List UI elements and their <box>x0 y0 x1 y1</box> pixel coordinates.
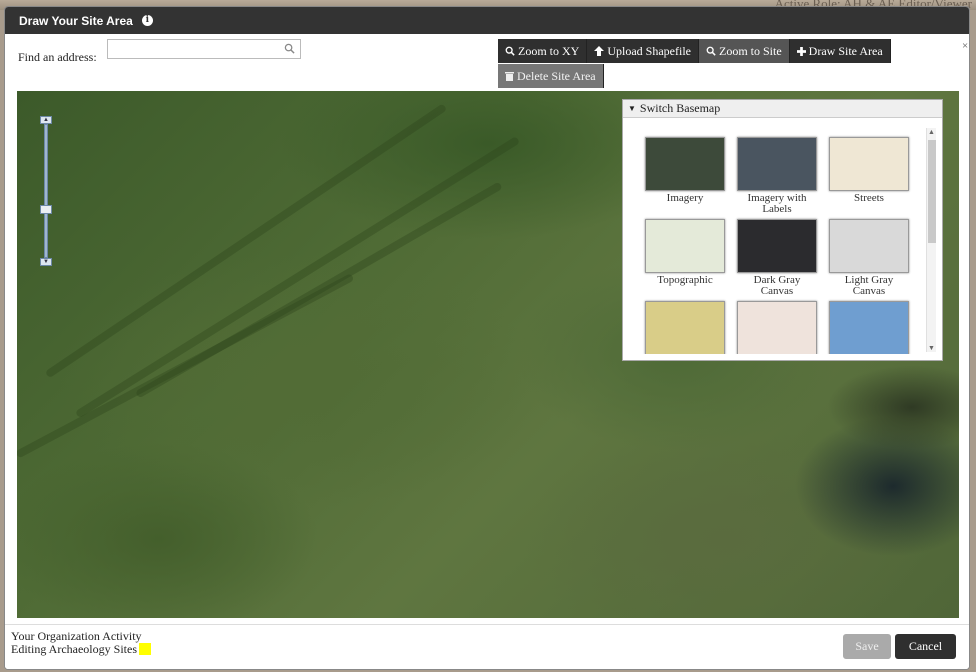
trash-icon <box>505 72 514 81</box>
basemap-thumbnail[interactable] <box>737 219 817 273</box>
dialog-titlebar: Draw Your Site Area i <box>5 7 969 34</box>
zoom-slider-handle[interactable] <box>40 205 52 214</box>
zoom-out-button[interactable]: ▼ <box>40 258 52 266</box>
cancel-button[interactable]: Cancel <box>895 634 956 659</box>
map-toolbar: Zoom to XY Upload Shapefile Zoom to Site… <box>498 39 891 63</box>
zoom-in-button[interactable]: ▲ <box>40 116 52 124</box>
basemap-label: Dark Gray Canvas <box>753 274 801 297</box>
search-icon <box>706 46 716 56</box>
basemap-option[interactable]: Imagery <box>645 137 725 215</box>
basemap-option[interactable] <box>829 301 909 354</box>
basemap-label: Streets <box>854 192 884 204</box>
highlight-swatch <box>138 643 151 655</box>
delete-site-area-button[interactable]: Delete Site Area <box>498 64 604 88</box>
basemap-thumbnail[interactable] <box>829 301 909 354</box>
basemap-thumbnail[interactable] <box>737 137 817 191</box>
org-activity-text: Editing Archaeology Sites <box>11 642 137 656</box>
caret-down-icon: ▼ <box>628 104 636 113</box>
address-search-input[interactable] <box>108 40 278 58</box>
zoom-to-xy-button[interactable]: Zoom to XY <box>498 39 588 63</box>
zoom-to-site-button[interactable]: Zoom to Site <box>699 39 790 63</box>
org-activity-subtitle: Editing Archaeology Sites <box>11 642 151 657</box>
scroll-up-icon[interactable]: ▲ <box>928 128 935 136</box>
map-terrain-ridge <box>74 136 521 419</box>
draw-site-area-button[interactable]: Draw Site Area <box>789 39 891 63</box>
address-search-box[interactable] <box>107 39 301 59</box>
draw-site-area-dialog: Draw Your Site Area i Find an address: Z… <box>4 6 970 670</box>
arrow-up-icon <box>594 46 605 56</box>
search-icon[interactable] <box>284 43 295 54</box>
plus-icon <box>796 46 806 56</box>
basemap-option[interactable] <box>737 301 817 354</box>
basemap-label: Topographic <box>657 274 713 286</box>
dialog-footer: Your Organization Activity Editing Archa… <box>5 624 969 669</box>
basemap-label: Imagery <box>666 192 704 204</box>
scrollbar-thumb[interactable] <box>928 140 936 243</box>
basemap-label: Imagery with Labels <box>747 192 807 215</box>
zoom-to-xy-label: Zoom to XY <box>518 43 580 58</box>
zoom-slider[interactable]: ▲ ▼ <box>40 116 52 266</box>
upload-shapefile-label: Upload Shapefile <box>607 43 691 58</box>
basemap-option[interactable]: Streets <box>829 137 909 215</box>
zoom-to-site-label: Zoom to Site <box>719 43 782 58</box>
basemap-thumbnail[interactable] <box>645 137 725 191</box>
basemap-thumbnail[interactable] <box>737 301 817 354</box>
basemap-thumbnail[interactable] <box>829 137 909 191</box>
zoom-track[interactable] <box>44 124 48 258</box>
info-icon[interactable]: i <box>141 15 153 26</box>
draw-site-area-label: Draw Site Area <box>808 43 883 58</box>
dialog-title: Draw Your Site Area <box>19 13 133 28</box>
basemap-thumbnail[interactable] <box>645 301 725 354</box>
basemap-gallery: Imagery Imagery with Labels Streets Topogra… <box>623 128 923 354</box>
close-icon[interactable]: × <box>962 40 969 54</box>
basemap-label: Light Gray Canvas <box>844 274 894 297</box>
basemap-thumbnail[interactable] <box>829 219 909 273</box>
scroll-down-icon[interactable]: ▼ <box>928 344 935 352</box>
basemap-option[interactable]: Imagery with Labels <box>737 137 817 215</box>
basemap-scrollbar[interactable]: ▲ ▼ <box>926 128 936 352</box>
basemap-switcher-header[interactable]: ▼ Switch Basemap <box>623 100 942 118</box>
basemap-option[interactable]: Dark Gray Canvas <box>737 219 817 297</box>
find-address-label: Find an address: <box>18 50 97 64</box>
save-button[interactable]: Save <box>843 634 891 659</box>
basemap-option[interactable]: Topographic <box>645 219 725 297</box>
basemap-thumbnail[interactable] <box>645 219 725 273</box>
search-icon <box>505 46 515 56</box>
basemap-option[interactable]: Light Gray Canvas <box>829 219 909 297</box>
upload-shapefile-button[interactable]: Upload Shapefile <box>587 39 699 63</box>
basemap-switcher-panel: ▼ Switch Basemap Imagery Imagery with Lab… <box>622 99 943 361</box>
basemap-option[interactable] <box>645 301 725 354</box>
delete-site-area-label: Delete Site Area <box>517 68 596 83</box>
basemap-switcher-title: Switch Basemap <box>639 101 721 115</box>
